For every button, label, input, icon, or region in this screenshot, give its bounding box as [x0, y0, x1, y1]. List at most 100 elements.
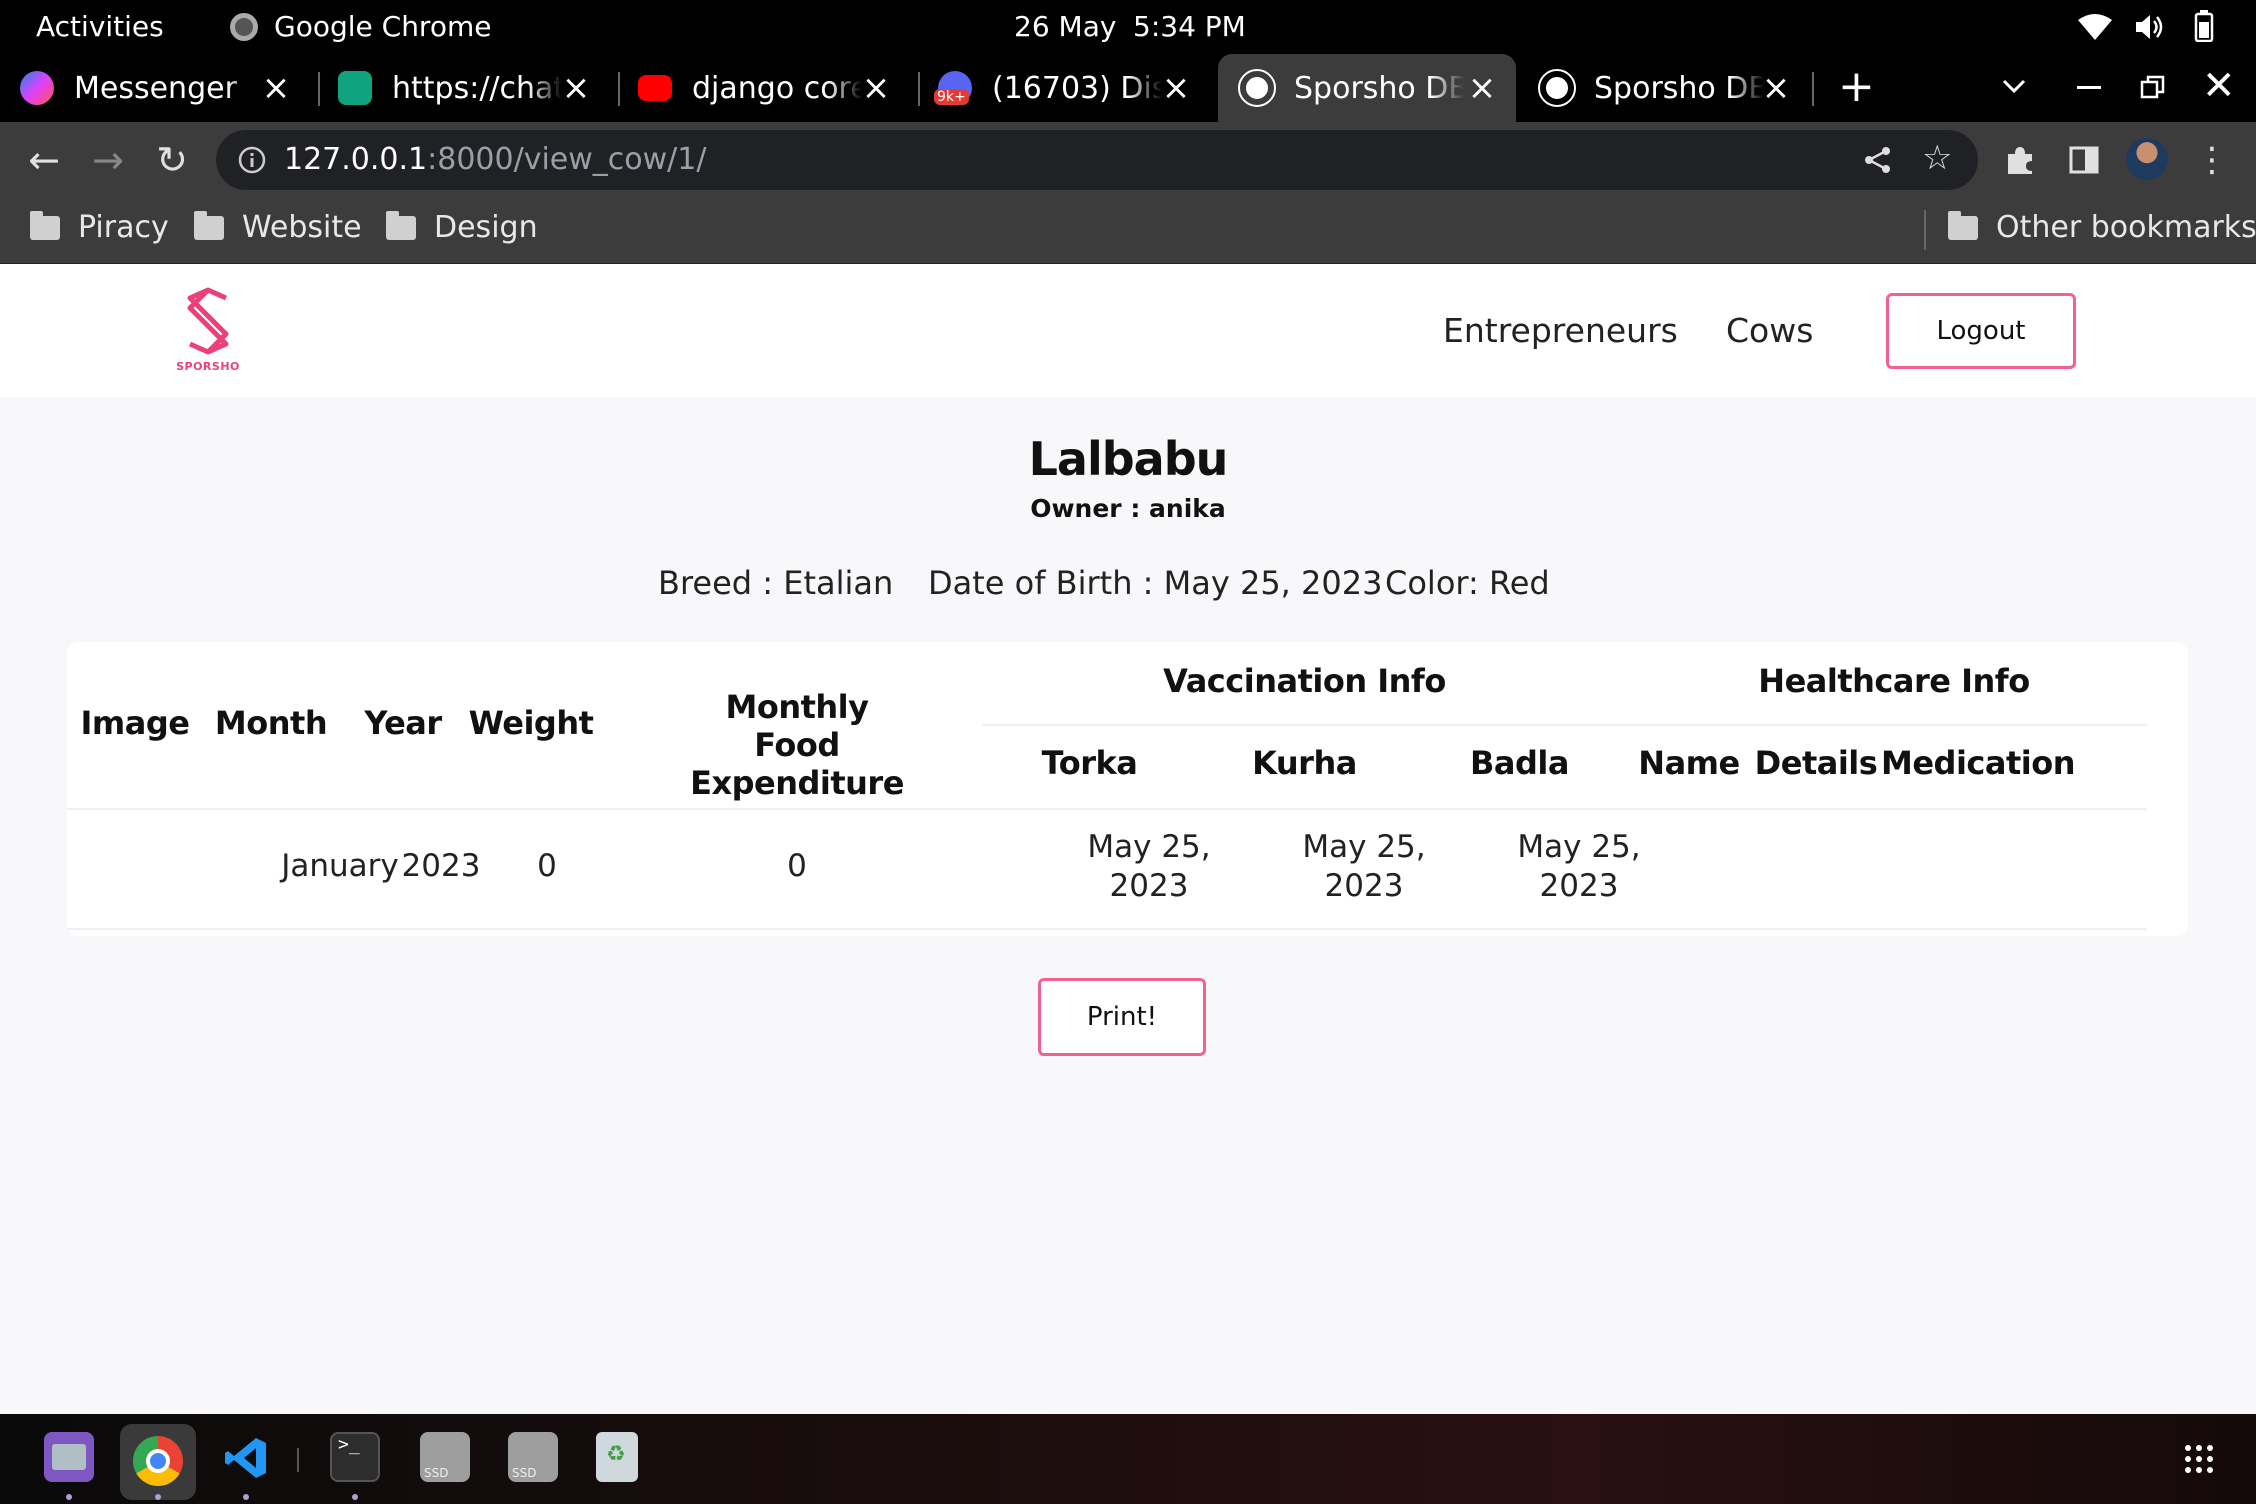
discord-icon: 9k+: [934, 71, 972, 105]
td-torka-date: May 25, 2023: [1087, 829, 1211, 904]
battery-icon[interactable]: [2194, 10, 2214, 42]
time-label[interactable]: 5:34 PM: [1133, 10, 1246, 43]
date-label[interactable]: 26 May: [1014, 10, 1116, 43]
tab-strip: Messenger × https://chat. × django corey…: [0, 54, 2256, 122]
logo-text: SPORSHO: [176, 360, 240, 373]
cow-breed: Breed : Etalian: [658, 564, 894, 602]
system-top-bar: Activities Google Chrome 26 May 5:34 PM: [0, 0, 2256, 54]
back-arrow-icon[interactable]: ←: [20, 140, 68, 180]
tab-title: Sporsho DBM: [1594, 70, 1764, 106]
globe-icon: [1538, 69, 1576, 107]
tab-chatgpt[interactable]: https://chat. ×: [338, 54, 610, 122]
th-year: Year: [364, 704, 442, 742]
tab-youtube[interactable]: django corey ×: [638, 54, 910, 122]
address-bar[interactable]: 127.0.0.1:8000/view_cow/1/ ☆: [216, 130, 1978, 190]
messenger-icon: [20, 71, 54, 105]
bookmark-folder-design[interactable]: Design: [386, 210, 538, 245]
ssd-drive-icon[interactable]: SSD: [420, 1432, 470, 1482]
tab-messenger[interactable]: Messenger ×: [20, 54, 310, 122]
app-menu[interactable]: Google Chrome: [274, 10, 491, 43]
ssd-drive-icon[interactable]: SSD: [508, 1432, 558, 1482]
other-bookmarks[interactable]: Other bookmarks: [1948, 210, 2256, 245]
url-host: 127.0.0.1: [284, 142, 428, 177]
cow-date-of-birth: Date of Birth : May 25, 2023: [928, 564, 1383, 602]
bookmark-folder-piracy[interactable]: Piracy: [30, 210, 169, 245]
url-path: :8000/view_cow/1/: [427, 142, 707, 177]
tab-sporsho[interactable]: Sporsho DBM ×: [1520, 54, 1810, 122]
chatgpt-icon: [338, 71, 372, 105]
tab-search-chevron-down-icon[interactable]: [2002, 78, 2026, 94]
url-text[interactable]: 127.0.0.1:8000/view_cow/1/: [284, 142, 706, 177]
nav-cows-link[interactable]: Cows: [1726, 311, 1813, 350]
wifi-icon[interactable]: [2078, 14, 2112, 40]
header-divider: [982, 724, 2147, 726]
volume-icon[interactable]: [2134, 12, 2166, 42]
bookmark-folder-website[interactable]: Website: [194, 210, 362, 245]
app-grid-icon[interactable]: [2184, 1444, 2214, 1474]
logout-button[interactable]: Logout: [1886, 293, 2076, 369]
cow-owner: Owner : anika: [1030, 494, 1226, 523]
close-icon[interactable]: ×: [256, 68, 296, 108]
th-torka: Torka: [1041, 744, 1138, 782]
reload-icon[interactable]: ↻: [148, 140, 196, 180]
td-weight: 0: [537, 848, 557, 884]
bookmark-star-icon[interactable]: ☆: [1922, 138, 1952, 178]
tab-sporsho-active[interactable]: Sporsho DBM ×: [1218, 54, 1516, 122]
minimize-icon[interactable]: [2077, 86, 2101, 89]
vscode-icon[interactable]: [224, 1436, 268, 1480]
web-page: SPORSHO Entrepreneurs Cows Logout Lalbab…: [0, 264, 2256, 1414]
tab-discord[interactable]: 9k+ (16703) Disc ×: [934, 54, 1210, 122]
bookmarks-divider: [1924, 210, 1926, 250]
sporsho-logo[interactable]: SPORSHO: [170, 286, 246, 382]
th-weight: Weight: [468, 704, 594, 742]
bookmark-label: Piracy: [78, 210, 169, 245]
close-icon[interactable]: ×: [1156, 68, 1196, 108]
youtube-icon: [638, 75, 672, 101]
site-navbar: SPORSHO Entrepreneurs Cows Logout: [0, 264, 2256, 397]
th-month: Month: [214, 704, 328, 742]
print-button[interactable]: Print!: [1038, 978, 1206, 1056]
activities-button[interactable]: Activities: [36, 10, 164, 43]
close-icon[interactable]: ×: [1756, 68, 1796, 108]
th-name: Name: [1638, 744, 1740, 782]
notification-badge: 9k+: [934, 89, 969, 105]
dock: >_ SSD SSD ♻: [0, 1414, 2256, 1504]
trash-icon[interactable]: ♻: [596, 1432, 638, 1482]
tab-title: (16703) Disc: [992, 70, 1162, 106]
td-badla-date: May 25, 2023: [1517, 829, 1641, 904]
th-image: Image: [80, 704, 190, 742]
sporsho-logo-mark: [187, 287, 229, 355]
side-panel-icon[interactable]: [2068, 144, 2100, 176]
th-details: Details: [1754, 744, 1878, 782]
td-food-expenditure: 0: [787, 848, 807, 884]
info-icon[interactable]: [238, 146, 266, 174]
chrome-dock-icon[interactable]: [133, 1436, 183, 1486]
dock-separator: [297, 1448, 299, 1472]
new-tab-plus-icon[interactable]: +: [1838, 64, 1875, 110]
files-app-icon[interactable]: [44, 1432, 94, 1482]
th-medication: Medication: [1881, 744, 2076, 782]
close-icon[interactable]: ×: [556, 68, 596, 108]
folder-icon: [194, 210, 224, 240]
cow-name-heading: Lalbabu: [1028, 432, 1229, 486]
folder-icon: [30, 210, 60, 240]
share-icon[interactable]: [1864, 146, 1892, 174]
forward-arrow-icon[interactable]: →: [84, 140, 132, 180]
terminal-icon[interactable]: >_: [330, 1432, 380, 1482]
tab-title: Sporsho DBM: [1294, 70, 1464, 106]
row-divider: [67, 928, 2147, 930]
close-icon[interactable]: ×: [856, 68, 896, 108]
restore-icon[interactable]: [2140, 74, 2166, 100]
bookmark-label: Design: [434, 210, 538, 245]
th-vaccination-info: Vaccination Info: [1163, 662, 1446, 700]
extensions-puzzle-icon[interactable]: [2004, 144, 2036, 176]
td-year: 2023: [401, 848, 481, 884]
profile-avatar[interactable]: [2126, 138, 2168, 180]
close-icon[interactable]: ×: [1462, 68, 1502, 108]
tab-title: django corey: [692, 70, 862, 106]
nav-entrepreneurs-link[interactable]: Entrepreneurs: [1443, 311, 1678, 350]
window-close-icon[interactable]: ✕: [2202, 64, 2236, 108]
cow-records-table: Image Month Year Weight Monthly Food Exp…: [67, 642, 2188, 936]
chrome-app-icon: [230, 13, 258, 41]
chrome-menu-icon[interactable]: ⋮: [2188, 140, 2236, 180]
